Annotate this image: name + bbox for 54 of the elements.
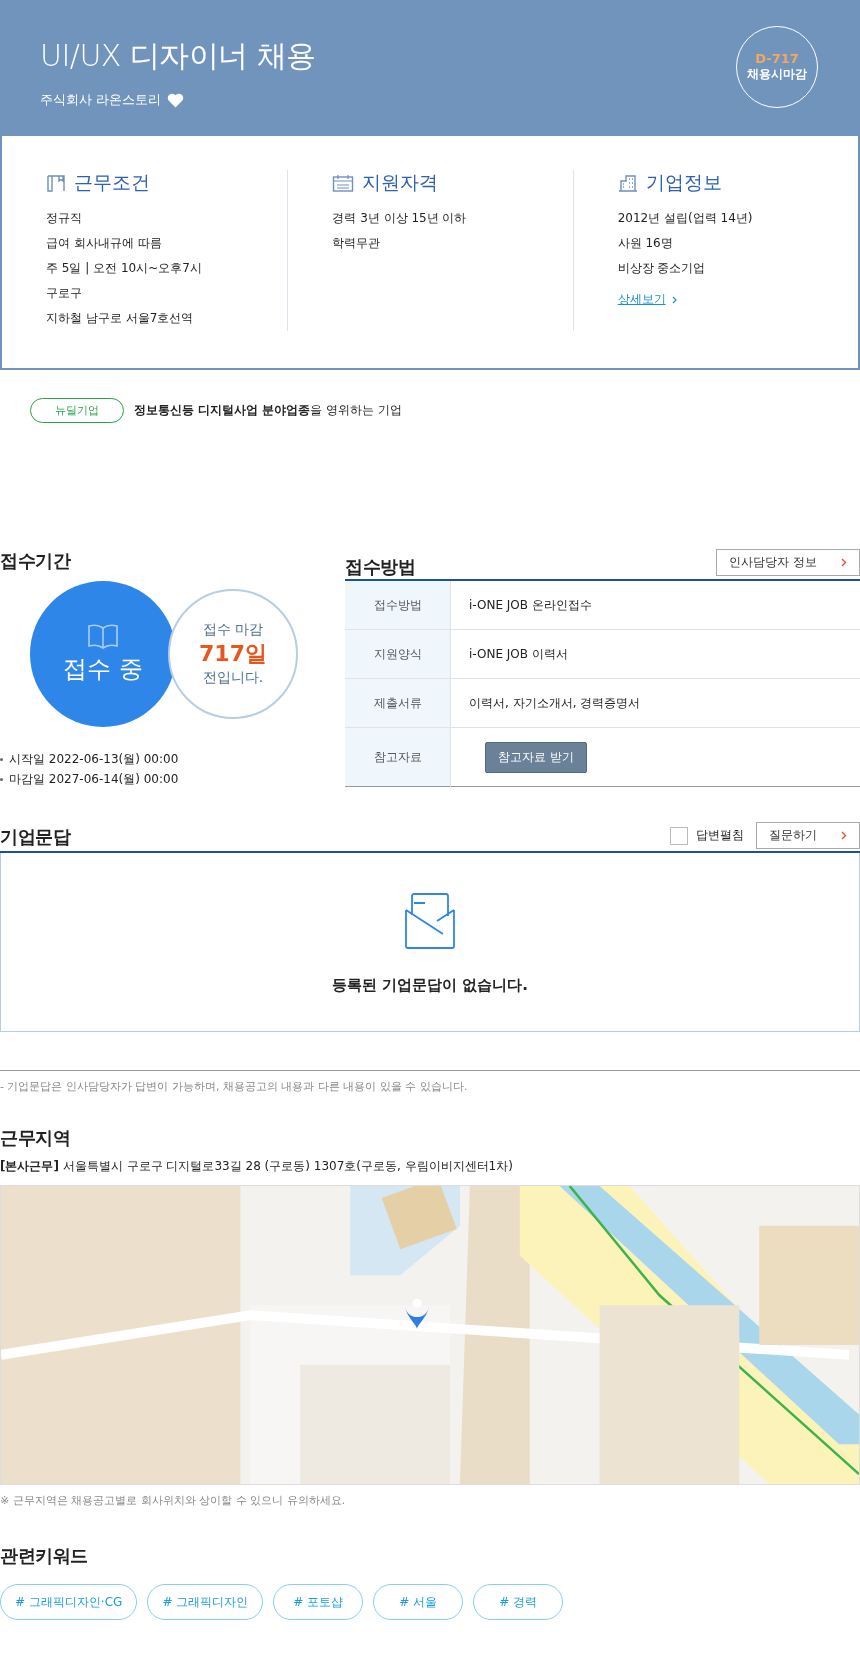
- section-heading: 기업문답: [0, 825, 70, 849]
- section-heading: 근무조건: [74, 170, 150, 195]
- table-cell: i-ONE JOB 이력서: [450, 629, 860, 679]
- notice-text: - 기업문답은 인사담당자가 답변이 가능하며, 채용공고의 내용과 다른 내용이 있을 수 있습니다.: [0, 1079, 469, 1094]
- info-text: 경력 3년 이상 15년 이하: [332, 210, 468, 227]
- info-text: 비상장 중소기업: [617, 260, 707, 277]
- info-text: 지하철 남구로 서울7호선역: [46, 310, 195, 327]
- section-heading: 기업정보: [645, 170, 722, 195]
- address-text: [본사근무] 서울특별시 구로구 디지털로33길 28 (구로동) 1307호(구로동, 우림이비지센터1차): [0, 1158, 514, 1175]
- contact-info-button[interactable]: 인사담당자 정보: [716, 549, 860, 576]
- notice-text: ※ 근무지역은 채용공고별로 회사위치와 상이할 수 있으니 유의하세요.: [0, 1493, 347, 1508]
- section-heading: 접수방법: [345, 555, 415, 579]
- bookmark-icon: [46, 173, 66, 193]
- chevron-right-icon: [841, 831, 847, 840]
- download-button[interactable]: 참고자료 받기: [485, 741, 587, 773]
- section-heading: 지원자격: [362, 170, 439, 195]
- book-icon: [87, 623, 119, 649]
- building-icon: [617, 173, 638, 193]
- keyword-tag[interactable]: # 포토샵: [273, 1584, 364, 1620]
- keyword-tag[interactable]: # 그래픽디자인·CG: [0, 1584, 138, 1620]
- info-text: 구로구: [46, 285, 83, 302]
- remaining-circle: 접수 마감 717일 전입니다.: [168, 589, 298, 719]
- chevron-right-icon: [671, 295, 677, 304]
- table-cell: i-ONE JOB 온라인접수: [450, 580, 860, 630]
- keyword-tag[interactable]: # 경력: [473, 1584, 564, 1620]
- section-heading: 접수기간: [0, 549, 72, 573]
- info-text: 학력무관: [332, 235, 382, 252]
- chevron-right-icon: [841, 558, 847, 567]
- job-title: UI/UX 디자이너 채용: [40, 37, 316, 75]
- empty-message: 등록된 기업문답이 없습니다.: [331, 975, 529, 995]
- ask-question-button[interactable]: 질문하기: [756, 822, 860, 849]
- info-text: 사원 16명: [617, 235, 674, 252]
- date-text: 시작일 2022-06-13(월) 00:00: [9, 751, 179, 768]
- checkbox-label: 답변펼침: [696, 827, 744, 844]
- date-text: 마감일 2027-06-14(월) 00:00: [9, 771, 179, 788]
- table-header-cell: 제출서류: [345, 678, 451, 728]
- info-text: 주 5일 | 오전 10시~오후7시: [46, 260, 203, 277]
- info-text: 2012년 설립(업력 14년): [617, 210, 754, 227]
- table-header-cell: 지원양식: [345, 629, 451, 679]
- calendar-icon: [332, 173, 355, 193]
- info-text: 급여 회사내규에 따름: [46, 235, 163, 252]
- company-name: 주식회사 라온스토리: [40, 91, 162, 109]
- table-header-cell: 접수방법: [345, 580, 451, 630]
- table-cell: 이력서, 자기소개서, 경력증명서: [450, 678, 860, 728]
- tag-description: 정보통신등 디지털사업 분야업종을 영위하는 기업: [134, 402, 402, 419]
- keyword-tag[interactable]: # 서울: [373, 1584, 464, 1620]
- details-link[interactable]: 상세보기: [617, 291, 666, 308]
- section-heading: 관련키워드: [0, 1544, 89, 1568]
- table-header-cell: 참고자료: [345, 727, 451, 787]
- keyword-tag[interactable]: # 그래픽디자인: [147, 1584, 264, 1620]
- info-text: 정규직: [46, 210, 83, 227]
- heart-icon[interactable]: [167, 92, 185, 108]
- expand-checkbox[interactable]: [670, 826, 688, 845]
- section-heading: 근무지역: [0, 1126, 71, 1150]
